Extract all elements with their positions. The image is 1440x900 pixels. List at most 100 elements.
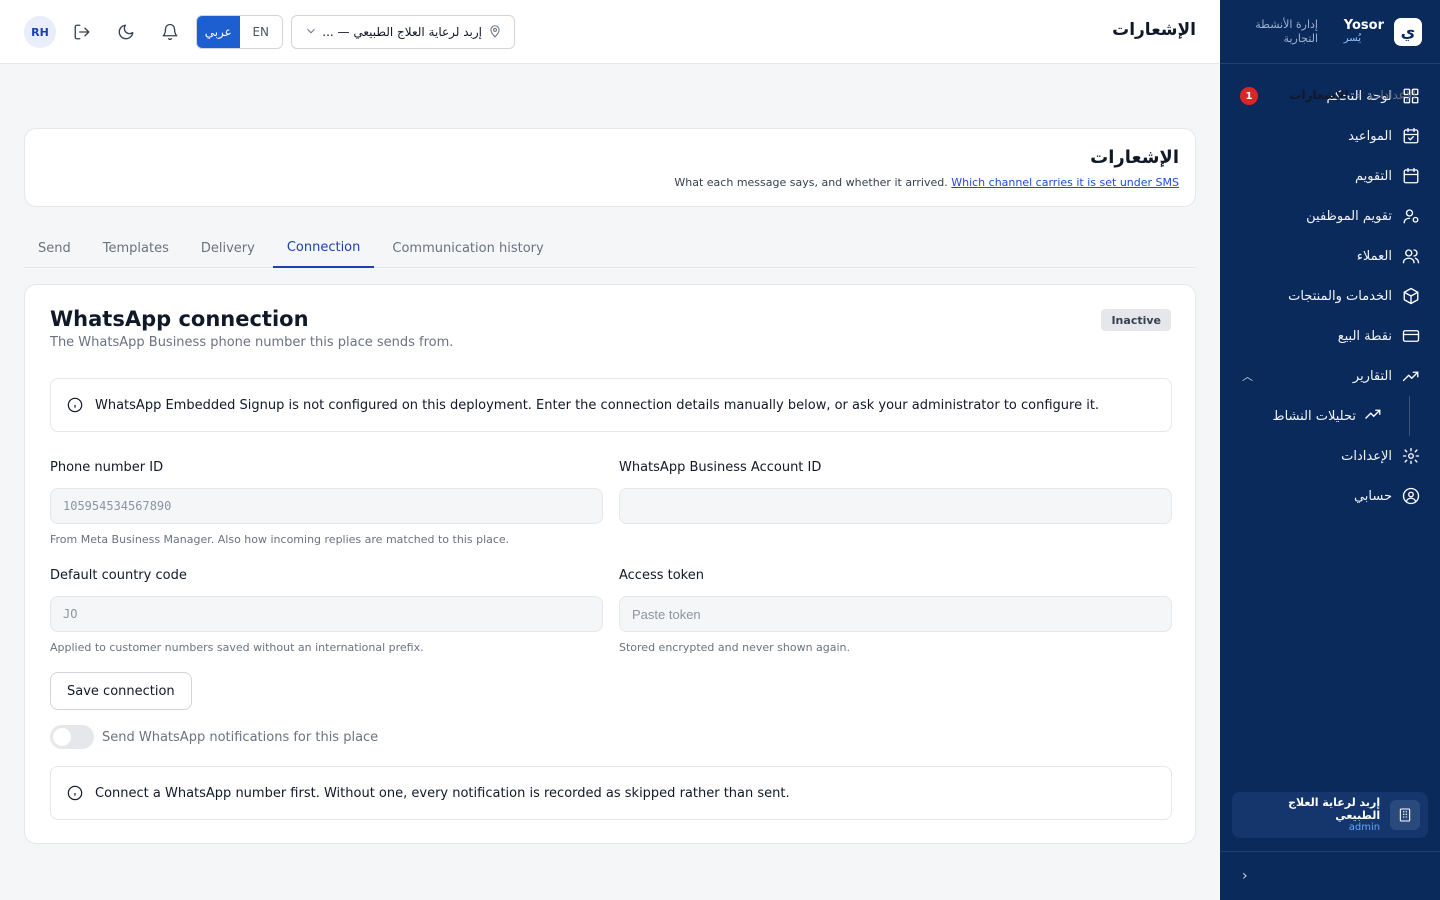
chevron-right-icon[interactable]: › bbox=[1242, 868, 1248, 884]
sidebar-item-reports[interactable]: التقارير ︿ bbox=[1220, 356, 1440, 396]
sidebar-item-label: التقارير bbox=[1352, 368, 1392, 384]
map-pin-icon bbox=[488, 24, 502, 41]
tab-delivery[interactable]: Delivery bbox=[187, 228, 269, 268]
notifications-toggle-row: Send WhatsApp notifications for this pla… bbox=[50, 725, 378, 749]
sidebar-subitem-label: تحليلات النشاط bbox=[1272, 408, 1356, 424]
clinic-info: إربد لرعاية العلاج الطبيعي admin bbox=[1240, 796, 1380, 834]
brand-subtitle: إدارة الأنشطة التجارية bbox=[1255, 18, 1318, 45]
clinic-role: admin bbox=[1348, 822, 1381, 834]
sidebar-item-label: العملاء bbox=[1356, 248, 1392, 264]
gear-icon bbox=[1402, 447, 1420, 465]
brand-name-en: Yosor bbox=[1343, 18, 1384, 33]
topbar: RH عربي EN إربد لرعاية العلاج الطبيعي — … bbox=[0, 0, 1220, 64]
logout-icon[interactable] bbox=[72, 22, 92, 42]
sidebar-footer: › bbox=[1220, 851, 1440, 900]
calendar-check-icon bbox=[1402, 127, 1420, 145]
sidebar-item-account[interactable]: حسابي bbox=[1220, 476, 1440, 516]
chevron-up-icon[interactable]: ︿ bbox=[1242, 368, 1253, 384]
sidebar: ي Yosor يُسر إدارة الأنشطة التجارية لوحة… bbox=[1220, 0, 1440, 900]
page-header-card: الإشعارات What each message says, and wh… bbox=[24, 128, 1196, 207]
sidebar-item-pos[interactable]: نقطة البيع bbox=[1220, 316, 1440, 356]
lang-ar-button[interactable]: عربي bbox=[197, 16, 240, 48]
country-code-hint: Applied to customer numbers saved withou… bbox=[50, 641, 424, 654]
sidebar-nav: لوحة التحكم 1 المواعيد التقويم تقويم الم… bbox=[1220, 64, 1440, 516]
sidebar-item-label: الإعدادات bbox=[1341, 448, 1392, 464]
alert-text: WhatsApp Embedded Signup is not configur… bbox=[95, 397, 1100, 413]
box-icon bbox=[1402, 287, 1420, 305]
sms-settings-link[interactable]: Which channel carries it is set under SM… bbox=[951, 176, 1179, 189]
sidebar-item-services[interactable]: الخدمات والمنتجات bbox=[1220, 276, 1440, 316]
chevron-left-icon: ‹ bbox=[1356, 88, 1362, 102]
tab-send[interactable]: Send bbox=[24, 228, 85, 268]
breadcrumb-parent[interactable]: الإعدادات bbox=[1369, 88, 1416, 102]
moon-icon[interactable] bbox=[116, 22, 136, 42]
card-subtitle: The WhatsApp Business phone number this … bbox=[50, 335, 454, 350]
language-switch: عربي EN bbox=[196, 15, 283, 49]
tab-bar: Send Templates Delivery Connection Commu… bbox=[24, 228, 1196, 268]
access-token-input[interactable] bbox=[619, 596, 1172, 632]
sidebar-item-label: الخدمات والمنتجات bbox=[1288, 288, 1392, 304]
country-code-input[interactable] bbox=[50, 596, 603, 632]
bell-icon[interactable] bbox=[160, 22, 180, 42]
lang-en-button[interactable]: EN bbox=[239, 16, 282, 48]
save-connection-button[interactable]: Save connection bbox=[50, 672, 192, 710]
avatar[interactable]: RH bbox=[24, 16, 56, 48]
tab-templates[interactable]: Templates bbox=[89, 228, 183, 268]
user-gear-icon bbox=[1402, 207, 1420, 225]
info-icon bbox=[67, 397, 83, 413]
page-title: الإشعارات bbox=[1112, 20, 1196, 40]
brand-name-ar: يُسر bbox=[1343, 33, 1361, 44]
sidebar-item-label: نقطة البيع bbox=[1337, 328, 1392, 344]
sidebar-item-appointments[interactable]: المواعيد bbox=[1220, 116, 1440, 156]
section-title: الإشعارات bbox=[1090, 147, 1179, 168]
sidebar-item-settings[interactable]: الإعدادات bbox=[1220, 436, 1440, 476]
user-circle-icon bbox=[1402, 487, 1420, 505]
tab-connection[interactable]: Connection bbox=[272, 228, 375, 268]
clinic-switcher[interactable]: إربد لرعاية العلاج الطبيعي admin bbox=[1232, 792, 1428, 838]
notification-badge: 1 bbox=[1240, 87, 1258, 105]
card-title: WhatsApp connection bbox=[50, 307, 309, 331]
access-token-label: Access token bbox=[619, 568, 704, 583]
toggle-label: Send WhatsApp notifications for this pla… bbox=[102, 729, 379, 745]
section-description: What each message says, and whether it a… bbox=[674, 176, 1179, 189]
sidebar-item-calendar[interactable]: التقويم bbox=[1220, 156, 1440, 196]
breadcrumb: الإعدادات ‹ الإشعارات bbox=[1289, 88, 1416, 102]
tab-communication-history[interactable]: Communication history bbox=[378, 228, 557, 268]
waba-id-input[interactable] bbox=[619, 488, 1172, 524]
sidebar-item-label: التقويم bbox=[1354, 168, 1392, 184]
sidebar-item-customers[interactable]: العملاء bbox=[1220, 236, 1440, 276]
location-select[interactable]: إربد لرعاية العلاج الطبيعي — ... bbox=[291, 15, 515, 49]
phone-id-label: Phone number ID bbox=[50, 460, 164, 475]
whatsapp-connection-card: WhatsApp connection The WhatsApp Busines… bbox=[24, 284, 1196, 844]
status-badge: Inactive bbox=[1101, 309, 1171, 331]
alert-text: Connect a WhatsApp number first. Without… bbox=[95, 785, 790, 801]
building-icon bbox=[1390, 800, 1420, 830]
brand-logo-group[interactable]: ي Yosor يُسر bbox=[1344, 17, 1422, 46]
signup-alert: WhatsApp Embedded Signup is not configur… bbox=[50, 378, 1172, 432]
calendar-icon bbox=[1402, 167, 1420, 185]
connect-first-alert: Connect a WhatsApp number first. Without… bbox=[50, 766, 1172, 820]
location-value-group: إربد لرعاية العلاج الطبيعي — ... bbox=[322, 24, 502, 41]
brand: ي Yosor يُسر إدارة الأنشطة التجارية bbox=[1220, 0, 1440, 64]
credit-card-icon bbox=[1402, 327, 1420, 345]
notifications-toggle[interactable] bbox=[50, 725, 94, 749]
description-text: What each message says, and whether it a… bbox=[674, 176, 948, 189]
sidebar-item-label: حسابي bbox=[1353, 488, 1392, 504]
sidebar-item-label: المواعيد bbox=[1348, 128, 1392, 144]
waba-id-label: WhatsApp Business Account ID bbox=[619, 460, 822, 475]
trending-up-icon bbox=[1402, 367, 1420, 385]
location-value: إربد لرعاية العلاج الطبيعي — ... bbox=[322, 25, 482, 39]
sidebar-item-staff-calendar[interactable]: تقويم الموظفين bbox=[1220, 196, 1440, 236]
phone-id-hint: From Meta Business Manager. Also how inc… bbox=[50, 533, 510, 546]
phone-id-input[interactable] bbox=[50, 488, 603, 524]
sidebar-subitem-activity-analytics[interactable]: تحليلات النشاط bbox=[1220, 396, 1440, 436]
country-code-label: Default country code bbox=[50, 568, 187, 583]
sidebar-item-label: تقويم الموظفين bbox=[1306, 208, 1392, 224]
chevron-down-icon bbox=[304, 24, 318, 41]
brand-name: Yosor يُسر bbox=[1344, 19, 1384, 44]
trending-up-icon bbox=[1364, 405, 1382, 427]
breadcrumb-current: الإشعارات bbox=[1289, 88, 1349, 102]
info-icon bbox=[67, 785, 83, 801]
brand-logo: ي bbox=[1394, 17, 1422, 46]
clinic-name: إربد لرعاية العلاج الطبيعي bbox=[1288, 795, 1381, 822]
